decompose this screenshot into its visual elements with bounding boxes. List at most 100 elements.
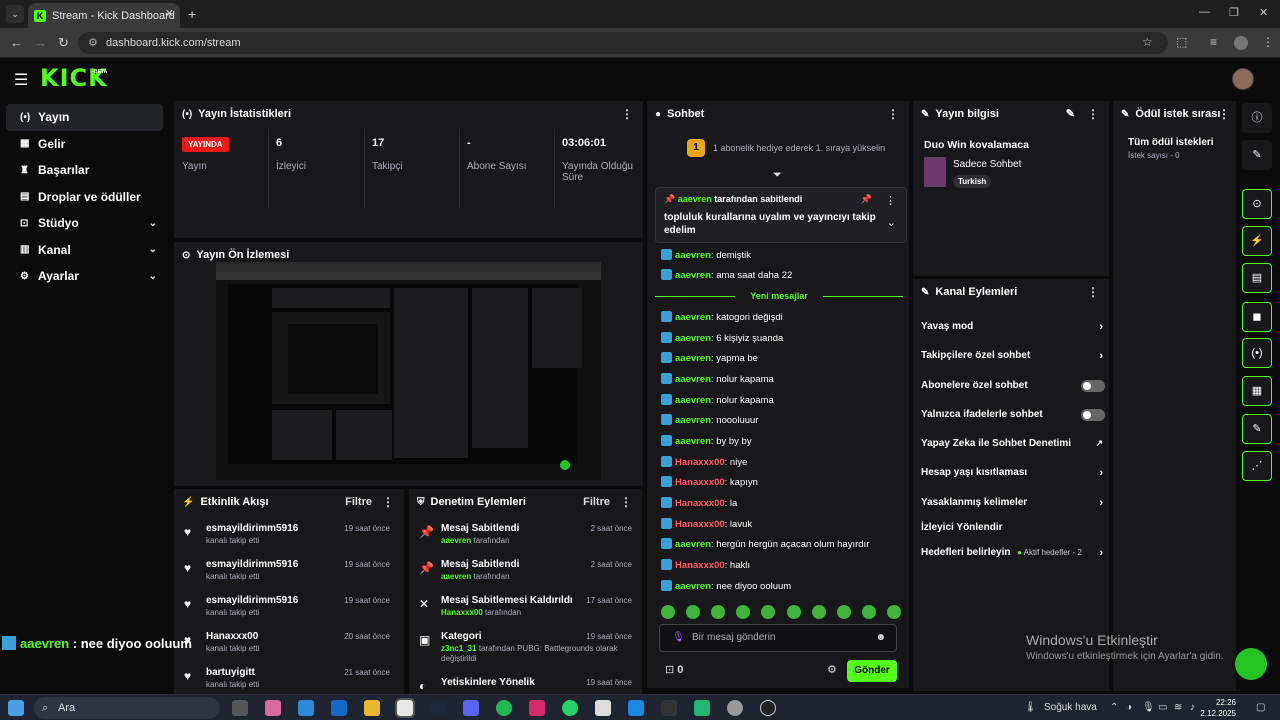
edit-layout-icon[interactable]: ✎	[1242, 140, 1272, 170]
forward-icon[interactable]: →	[34, 35, 47, 50]
microphone-icon[interactable]: 🎙	[672, 625, 685, 651]
chat-message[interactable]: aaevren: demiştik	[661, 249, 751, 261]
whatsapp-icon[interactable]	[562, 700, 578, 716]
chat-username[interactable]: Hanaxxx00	[675, 457, 725, 468]
chat-username[interactable]: aaevren	[675, 415, 711, 426]
more-options-icon[interactable]: ⋮	[885, 194, 896, 207]
discord-icon[interactable]	[463, 700, 479, 716]
chat-widget-icon[interactable]: ◼	[1242, 302, 1272, 332]
task-view-icon[interactable]	[232, 700, 248, 716]
slow-mode-item[interactable]: Yavaş mod ›	[921, 321, 1103, 333]
moderation-widget-icon[interactable]: ▤	[1242, 263, 1272, 293]
chat-username[interactable]: aaevren	[675, 250, 711, 261]
browser-tab[interactable]: K Stream - Kick Dashboard ✕	[28, 3, 180, 28]
emotes-only-toggle[interactable]	[1081, 409, 1105, 421]
reload-icon[interactable]: ↻	[58, 35, 69, 51]
gift-leaderboard[interactable]: 1 1 abonelik hediye ederek 1. sıraya yüks…	[687, 139, 885, 157]
points-display[interactable]: ⊡ 0	[665, 663, 683, 676]
chat-username[interactable]: aaevren	[675, 333, 711, 344]
chat-username[interactable]: aaevren	[675, 374, 711, 385]
microphone-icon[interactable]: 🎙	[1142, 702, 1155, 713]
chat-username[interactable]: Hanaxxx00	[675, 498, 725, 509]
chat-username[interactable]: Hanaxxx00	[675, 519, 725, 530]
emote-icon[interactable]	[761, 605, 776, 619]
tab-search-button[interactable]: ⌄	[6, 5, 24, 23]
chat-message[interactable]: aaevren: nee diyoo ooluum	[661, 580, 791, 592]
more-options-icon[interactable]: ⋮	[1087, 107, 1099, 121]
chat-username[interactable]: Hanaxxx00	[675, 560, 725, 571]
maximize-icon[interactable]: ❐	[1229, 6, 1239, 19]
sidebar-item-droplar[interactable]: ▤ Droplar ve ödüller	[6, 184, 163, 211]
list-item[interactable]: ▣ Kategori z3nc1_31 tarafından PUBG: Battl…	[409, 629, 642, 675]
taskbar-search[interactable]: ⌕ Ara	[34, 697, 220, 719]
tray-app-icon[interactable]: ◑	[1126, 702, 1132, 713]
chat-message[interactable]: Hanaxxx00: lavuk	[661, 518, 752, 530]
chrome-icon[interactable]	[395, 698, 415, 718]
chat-settings-icon[interactable]: ⚙	[827, 663, 837, 676]
volume-icon[interactable]: ♪	[1190, 702, 1195, 713]
info-icon[interactable]: ⓘ	[1242, 103, 1272, 133]
chat-message[interactable]: aaevren: ama saat daha 22	[661, 269, 792, 281]
all-rewards-link[interactable]: Tüm ödül istekleri	[1128, 137, 1214, 148]
edit-icon[interactable]: ✎	[1066, 107, 1075, 120]
apps-widget-icon[interactable]: ⋰	[1242, 451, 1272, 481]
filter-button[interactable]: Filtre	[345, 496, 372, 508]
redirect-viewers-item[interactable]: İzleyici Yönlendir	[921, 522, 1103, 533]
more-options-icon[interactable]: ⋮	[620, 495, 632, 509]
url-field[interactable]: ⚙ dashboard.kick.com/stream	[78, 32, 1168, 54]
clock[interactable]: 22:26 2.12.2025	[1196, 697, 1236, 719]
sidebar-item-ayarlar[interactable]: ⚙ Ayarlar ⌄	[6, 263, 163, 290]
chat-username[interactable]: aaevren	[675, 270, 711, 281]
chat-message[interactable]: Hanaxxx00: niye	[661, 456, 747, 468]
chat-message[interactable]: aaevren: katogori değişdi	[661, 311, 783, 323]
tray-chevron-icon[interactable]: ⌃	[1110, 702, 1118, 713]
chat-message[interactable]: aaevren: noooluuur	[661, 414, 758, 426]
outlook-icon[interactable]	[331, 700, 347, 716]
unpin-icon[interactable]: 📌	[861, 194, 872, 205]
instagram-icon[interactable]	[529, 700, 545, 716]
more-options-icon[interactable]: ⋮	[1087, 285, 1099, 299]
emote-icon[interactable]	[661, 605, 675, 619]
more-options-icon[interactable]: ⋮	[1218, 107, 1230, 121]
list-item[interactable]: ♥ esmayildirimm5916 kanalı takip etti 19 sa…	[174, 557, 404, 593]
sidebar-item-studyo[interactable]: ⊡ Stüdyo ⌄	[6, 210, 163, 237]
tools-widget-icon[interactable]: ✎	[1242, 414, 1272, 444]
emoji-picker-icon[interactable]: ☻	[875, 625, 886, 651]
media-icon[interactable]: ≡	[1210, 35, 1217, 49]
chat-message[interactable]: Hanaxxx00: la	[661, 497, 737, 509]
send-button[interactable]: Gönder	[847, 660, 897, 682]
chat-message[interactable]: aaevren: hergün hergün açacan olum hayır…	[661, 538, 869, 550]
chat-username[interactable]: aaevren	[675, 395, 711, 406]
obs-icon[interactable]	[760, 700, 776, 716]
app-icon[interactable]	[727, 700, 743, 716]
sidebar-item-gelir[interactable]: ▦ Gelir	[6, 131, 163, 158]
emote-icon[interactable]	[861, 605, 876, 619]
close-window-icon[interactable]: ✕	[1259, 6, 1268, 19]
list-item[interactable]: 📌 Mesaj Sabitlendi aaevren tarafından 2 saa…	[409, 521, 642, 557]
chat-username[interactable]: aaevren	[675, 312, 711, 323]
emote-icon[interactable]	[836, 605, 851, 619]
more-options-icon[interactable]: ⋮	[382, 495, 394, 509]
emote-icon[interactable]	[736, 605, 751, 619]
spotify-icon[interactable]	[496, 700, 512, 716]
close-tab-icon[interactable]: ✕	[165, 7, 174, 20]
chat-username[interactable]: aaevren	[675, 436, 711, 447]
list-item[interactable]: ♥ Hanaxxx00 kanalı takip etti 20 saat önce	[174, 629, 404, 665]
set-goals-item[interactable]: Hedefleri belirleyin ● Aktif hedefler - 2…	[921, 547, 1103, 559]
filter-button[interactable]: Filtre	[583, 496, 610, 508]
broadcast-widget-icon[interactable]: (•)	[1242, 338, 1272, 368]
chat-message[interactable]: aaevren: 6 kişiyiz şuanda	[661, 332, 783, 344]
pycharm-icon[interactable]	[694, 700, 710, 716]
file-explorer-icon[interactable]	[364, 700, 380, 716]
sidebar-item-yayin[interactable]: (•) Yayın	[6, 104, 163, 131]
hamburger-menu-icon[interactable]: ☰	[14, 70, 28, 90]
subscribers-only-toggle[interactable]	[1081, 380, 1105, 392]
emote-icon[interactable]	[686, 605, 701, 619]
emote-icon[interactable]	[811, 605, 826, 619]
back-icon[interactable]: ←	[10, 35, 23, 50]
steam-icon[interactable]	[430, 700, 446, 716]
weather-icon[interactable]: 🌡	[1024, 702, 1037, 713]
chat-input[interactable]: 🎙 Bir mesaj gönderin ☻	[659, 624, 897, 652]
network-icon[interactable]: ▭	[1158, 702, 1167, 713]
wifi-icon[interactable]: ≋	[1174, 702, 1182, 713]
